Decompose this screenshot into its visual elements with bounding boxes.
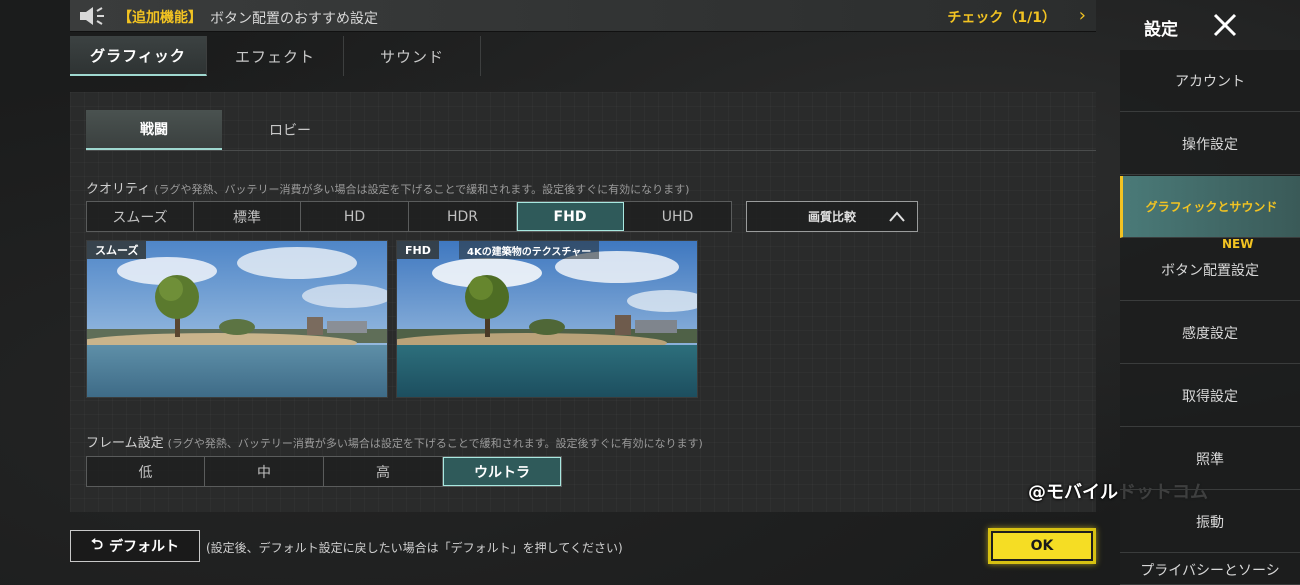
announcement-check[interactable]: チェック（1/1） [947, 7, 1056, 27]
quality-option-uhd[interactable]: UHD [624, 202, 731, 231]
preview-smooth: スムーズ [86, 240, 388, 398]
graphics-panel: 戦闘 ロビー クオリティ (ラグや発熱、バッテリー消費が多い場合は設定を下げること… [70, 92, 1096, 512]
sidebar-item-sensitivity[interactable]: 感度設定 [1120, 302, 1300, 364]
sidebar-item-graphics-sound[interactable]: グラフィックとサウンド [1120, 176, 1300, 238]
settings-sidebar: アカウント 操作設定 グラフィックとサウンド ボタン配置設定 感度設定 取得設定… [1120, 50, 1300, 585]
sidebar-item-aim[interactable]: 照準 [1120, 428, 1300, 490]
default-button[interactable]: ⮌ デフォルト [70, 530, 200, 562]
quality-option-smooth[interactable]: スムーズ [87, 202, 194, 231]
quality-hint: (ラグや発熱、バッテリー消費が多い場合は設定を下げることで緩和されます。設定後す… [154, 183, 690, 196]
sub-tabs: 戦闘 ロビー [86, 110, 358, 150]
sidebar-item-account[interactable]: アカウント [1120, 50, 1300, 112]
divider [86, 150, 1096, 151]
frame-option-low[interactable]: 低 [87, 457, 205, 486]
quality-selector: スムーズ 標準 HD HDR FHD UHD [86, 201, 732, 232]
chevron-up-icon [889, 211, 905, 222]
tab-effects[interactable]: エフェクト [207, 36, 344, 76]
preview-tag-smooth: スムーズ [87, 241, 147, 259]
default-hint: (設定後、デフォルト設定に戻したい場合は「デフォルト」を押してください) [206, 541, 623, 555]
quality-title: クオリティ [86, 182, 151, 197]
quality-option-fhd[interactable]: FHD [517, 202, 624, 231]
sidebar-item-button-layout[interactable]: ボタン配置設定 [1120, 239, 1300, 301]
sidebar-item-pickup[interactable]: 取得設定 [1120, 365, 1300, 427]
sidebar-item-privacy[interactable]: プライバシーとソーシ [1120, 554, 1300, 585]
subtab-lobby[interactable]: ロビー [222, 110, 358, 150]
landscape-image [397, 241, 697, 397]
frame-option-high[interactable]: 高 [324, 457, 443, 486]
announcement-bar[interactable]: 【追加機能】 ボタン配置のおすすめ設定 チェック（1/1） › [70, 0, 1096, 32]
quality-option-hd[interactable]: HD [301, 202, 409, 231]
preview-note: 4Kの建築物のテクスチャー [459, 241, 600, 259]
frame-option-medium[interactable]: 中 [205, 457, 324, 486]
preview-fhd: FHD 4Kの建築物のテクスチャー [396, 240, 698, 398]
default-button-label: デフォルト [109, 539, 179, 555]
new-badge: NEW [1222, 237, 1254, 251]
quality-label: クオリティ (ラグや発熱、バッテリー消費が多い場合は設定を下げることで緩和されます… [86, 178, 689, 197]
quality-option-standard[interactable]: 標準 [194, 202, 301, 231]
tab-graphics[interactable]: グラフィック [70, 36, 207, 76]
subtab-battle[interactable]: 戦闘 [86, 110, 222, 150]
ok-button[interactable]: OK [988, 528, 1096, 564]
frame-label: フレーム設定 (ラグや発熱、バッテリー消費が多い場合は設定を下げることで緩和されま… [86, 432, 703, 451]
quality-compare-label: 画質比較 [807, 210, 856, 224]
sidebar-item-vibration[interactable]: 振動 [1120, 491, 1300, 553]
announcement-text: ボタン配置のおすすめ設定 [210, 11, 378, 27]
settings-header: 設定 [1120, 0, 1300, 50]
frame-hint: (ラグや発熱、バッテリー消費が多い場合は設定を下げることで緩和されます。設定後す… [167, 437, 703, 450]
speaker-icon [80, 7, 104, 25]
announcement-tag: 【追加機能】 [118, 10, 202, 26]
sidebar-item-controls[interactable]: 操作設定 [1120, 113, 1300, 175]
chevron-right-icon[interactable]: › [1079, 5, 1086, 26]
reset-icon: ⮌ [90, 534, 103, 553]
tab-sound[interactable]: サウンド [344, 36, 481, 76]
quality-option-hdr[interactable]: HDR [409, 202, 517, 231]
frame-selector: 低 中 高 ウルトラ [86, 456, 562, 487]
frame-option-ultra[interactable]: ウルトラ [443, 457, 561, 486]
settings-title: 設定 [1144, 20, 1178, 40]
top-tabs: グラフィック エフェクト サウンド [70, 36, 481, 76]
quality-compare-button[interactable]: 画質比較 [746, 201, 918, 232]
frame-title: フレーム設定 [86, 436, 164, 451]
preview-tag-fhd: FHD [397, 241, 439, 259]
close-icon[interactable] [1212, 12, 1238, 38]
landscape-image [87, 241, 387, 397]
